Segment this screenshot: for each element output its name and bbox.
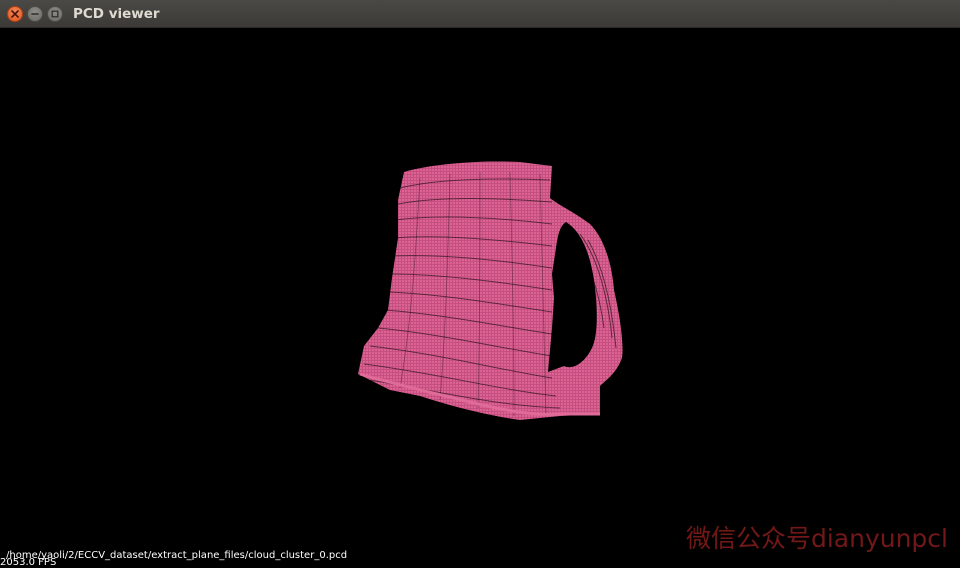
close-button[interactable] <box>7 6 23 22</box>
window-title: PCD viewer <box>73 6 160 22</box>
minimize-icon <box>31 13 39 15</box>
minimize-button[interactable] <box>27 6 43 22</box>
point-cloud-mug[interactable] <box>0 28 960 568</box>
title-bar[interactable]: PCD viewer <box>0 0 960 28</box>
maximize-icon <box>51 10 59 18</box>
watermark-text: 微信公众号dianyunpcl <box>685 524 948 553</box>
3d-viewport[interactable]: /home/yaoli/2/ECCV_dataset/extract_plane… <box>0 28 960 568</box>
close-icon <box>11 10 19 18</box>
file-path-label: /home/yaoli/2/ECCV_dataset/extract_plane… <box>6 550 348 561</box>
app-window: PCD viewer /home/yaoli/2/ECCV_dataset/ex… <box>0 0 960 568</box>
fps-counter: 2053.0 FPS <box>0 557 57 568</box>
maximize-button[interactable] <box>47 6 63 22</box>
